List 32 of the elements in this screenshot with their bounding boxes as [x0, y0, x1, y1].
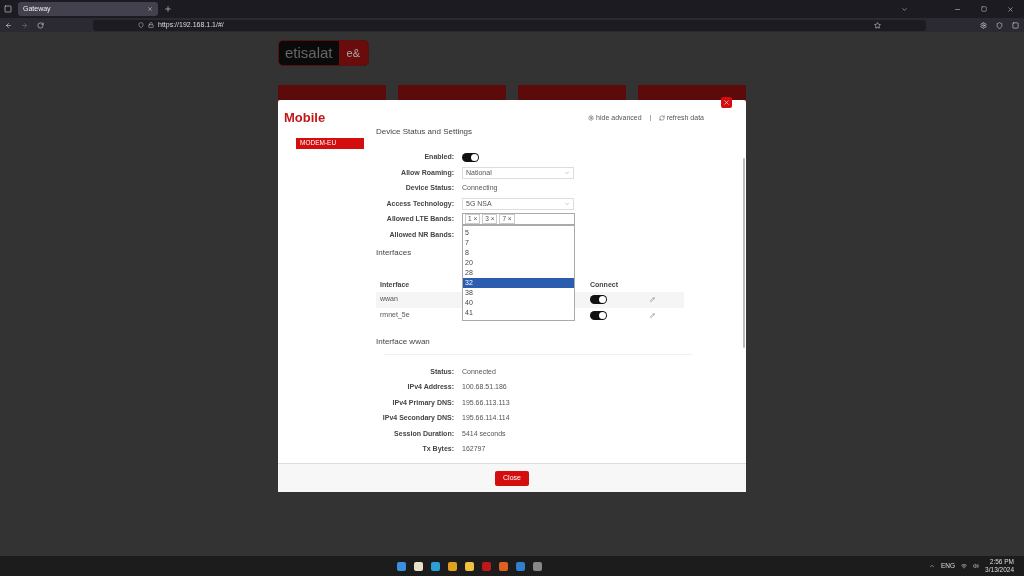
nav-tab[interactable] [518, 85, 626, 101]
section-title: Interface wwan [376, 335, 430, 348]
chevron-down-icon [564, 200, 570, 207]
close-icon[interactable] [721, 97, 732, 108]
close-tab-icon[interactable] [147, 6, 153, 12]
toggle-switch[interactable] [462, 152, 479, 162]
volume-icon[interactable] [973, 563, 980, 569]
chevron-down-icon [564, 169, 570, 176]
logo: etisalat e& [278, 40, 369, 66]
section-title: Device Status and Settings [376, 127, 473, 136]
modal-title: Mobile [284, 109, 326, 127]
nav-tab[interactable] [278, 85, 386, 101]
reload-icon[interactable] [37, 21, 44, 29]
close-window-icon[interactable] [1007, 5, 1014, 13]
bookmark-star-icon[interactable] [874, 21, 881, 29]
new-tab-icon[interactable] [164, 5, 172, 13]
section-title: Interfaces [376, 246, 412, 259]
list-tabs-icon[interactable] [901, 5, 908, 13]
back-icon[interactable] [5, 21, 12, 29]
nav-tab[interactable] [398, 85, 506, 101]
lock-icon [148, 22, 154, 28]
nav-tab[interactable] [638, 85, 746, 101]
refresh-icon [658, 114, 665, 121]
toggle-switch[interactable] [590, 295, 607, 304]
shield-icon[interactable] [996, 21, 1003, 29]
wifi-icon[interactable] [961, 563, 968, 569]
tray-overflow-icon[interactable] [929, 563, 935, 569]
shield-icon [138, 22, 144, 28]
toggle-switch[interactable] [590, 311, 607, 320]
tab-overview-icon[interactable] [4, 5, 12, 13]
maximize-icon[interactable] [981, 6, 987, 12]
scrollbar[interactable] [743, 157, 745, 348]
